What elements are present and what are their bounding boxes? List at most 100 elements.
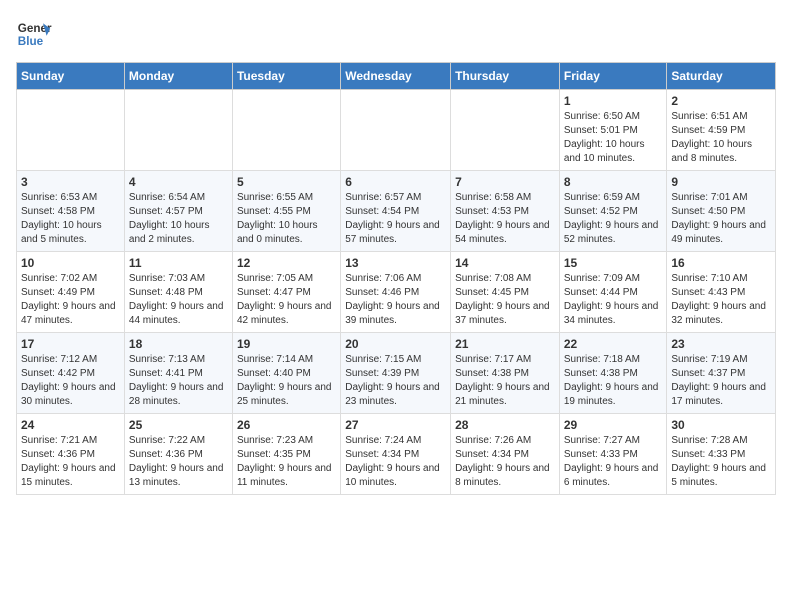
day-number: 3 <box>21 175 120 189</box>
calendar-cell: 10 Sunrise: 7:02 AM Sunset: 4:49 PM Dayli… <box>17 252 125 333</box>
day-info: Sunrise: 7:26 AM Sunset: 4:34 PM Dayligh… <box>455 434 555 490</box>
day-info: Sunrise: 7:13 AM Sunset: 4:41 PM Dayligh… <box>129 353 228 409</box>
day-info: Sunrise: 7:21 AM Sunset: 4:36 PM Dayligh… <box>21 434 120 490</box>
calendar-cell <box>124 90 232 171</box>
calendar-cell <box>341 90 451 171</box>
calendar-cell: 21 Sunrise: 7:17 AM Sunset: 4:38 PM Dayli… <box>451 333 560 414</box>
calendar-cell: 15 Sunrise: 7:09 AM Sunset: 4:44 PM Dayli… <box>559 252 667 333</box>
week-row-1: 1 Sunrise: 6:50 AM Sunset: 5:01 PM Daylig… <box>17 90 776 171</box>
day-number: 23 <box>671 337 771 351</box>
day-info: Sunrise: 6:50 AM Sunset: 5:01 PM Dayligh… <box>564 110 663 166</box>
day-info: Sunrise: 7:05 AM Sunset: 4:47 PM Dayligh… <box>237 272 336 328</box>
calendar-cell: 30Sunrise: 7:28 AM Sunset: 4:33 PM Dayli… <box>667 414 776 495</box>
day-info: Sunrise: 6:57 AM Sunset: 4:54 PM Dayligh… <box>345 191 446 247</box>
day-number: 4 <box>129 175 228 189</box>
calendar-cell: 14 Sunrise: 7:08 AM Sunset: 4:45 PM Dayli… <box>451 252 560 333</box>
day-info: Sunrise: 7:01 AM Sunset: 4:50 PM Dayligh… <box>671 191 771 247</box>
calendar-cell: 26 Sunrise: 7:23 AM Sunset: 4:35 PM Dayli… <box>232 414 340 495</box>
calendar-cell: 1 Sunrise: 6:50 AM Sunset: 5:01 PM Daylig… <box>559 90 667 171</box>
day-info: Sunrise: 7:19 AM Sunset: 4:37 PM Dayligh… <box>671 353 771 409</box>
day-number: 27 <box>345 418 446 432</box>
col-header-sunday: Sunday <box>17 63 125 90</box>
svg-text:Blue: Blue <box>18 35 44 48</box>
day-info: Sunrise: 7:23 AM Sunset: 4:35 PM Dayligh… <box>237 434 336 490</box>
day-number: 10 <box>21 256 120 270</box>
col-header-wednesday: Wednesday <box>341 63 451 90</box>
calendar-cell: 17 Sunrise: 7:12 AM Sunset: 4:42 PM Dayli… <box>17 333 125 414</box>
day-info: Sunrise: 6:55 AM Sunset: 4:55 PM Dayligh… <box>237 191 336 247</box>
day-number: 26 <box>237 418 336 432</box>
day-info: Sunrise: 7:14 AM Sunset: 4:40 PM Dayligh… <box>237 353 336 409</box>
day-info: Sunrise: 7:08 AM Sunset: 4:45 PM Dayligh… <box>455 272 555 328</box>
day-number: 14 <box>455 256 555 270</box>
col-header-friday: Friday <box>559 63 667 90</box>
calendar-cell: 8 Sunrise: 6:59 AM Sunset: 4:52 PM Daylig… <box>559 171 667 252</box>
calendar-cell: 9 Sunrise: 7:01 AM Sunset: 4:50 PM Daylig… <box>667 171 776 252</box>
day-number: 11 <box>129 256 228 270</box>
logo-icon: General Blue <box>16 16 52 52</box>
calendar-cell: 13Sunrise: 7:06 AM Sunset: 4:46 PM Dayli… <box>341 252 451 333</box>
calendar-cell: 6Sunrise: 6:57 AM Sunset: 4:54 PM Daylig… <box>341 171 451 252</box>
calendar-cell: 23 Sunrise: 7:19 AM Sunset: 4:37 PM Dayli… <box>667 333 776 414</box>
calendar-cell: 12 Sunrise: 7:05 AM Sunset: 4:47 PM Dayli… <box>232 252 340 333</box>
day-info: Sunrise: 7:03 AM Sunset: 4:48 PM Dayligh… <box>129 272 228 328</box>
day-number: 12 <box>237 256 336 270</box>
day-number: 18 <box>129 337 228 351</box>
day-info: Sunrise: 7:12 AM Sunset: 4:42 PM Dayligh… <box>21 353 120 409</box>
day-info: Sunrise: 7:18 AM Sunset: 4:38 PM Dayligh… <box>564 353 663 409</box>
day-info: Sunrise: 7:02 AM Sunset: 4:49 PM Dayligh… <box>21 272 120 328</box>
col-header-thursday: Thursday <box>451 63 560 90</box>
calendar-cell: 16Sunrise: 7:10 AM Sunset: 4:43 PM Dayli… <box>667 252 776 333</box>
col-header-monday: Monday <box>124 63 232 90</box>
day-info: Sunrise: 7:27 AM Sunset: 4:33 PM Dayligh… <box>564 434 663 490</box>
calendar-cell: 24 Sunrise: 7:21 AM Sunset: 4:36 PM Dayli… <box>17 414 125 495</box>
col-header-tuesday: Tuesday <box>232 63 340 90</box>
day-info: Sunrise: 6:53 AM Sunset: 4:58 PM Dayligh… <box>21 191 120 247</box>
day-info: Sunrise: 7:17 AM Sunset: 4:38 PM Dayligh… <box>455 353 555 409</box>
week-row-2: 3 Sunrise: 6:53 AM Sunset: 4:58 PM Daylig… <box>17 171 776 252</box>
day-info: Sunrise: 6:59 AM Sunset: 4:52 PM Dayligh… <box>564 191 663 247</box>
day-info: Sunrise: 6:58 AM Sunset: 4:53 PM Dayligh… <box>455 191 555 247</box>
calendar-cell: 25Sunrise: 7:22 AM Sunset: 4:36 PM Dayli… <box>124 414 232 495</box>
col-header-saturday: Saturday <box>667 63 776 90</box>
calendar-cell: 28 Sunrise: 7:26 AM Sunset: 4:34 PM Dayli… <box>451 414 560 495</box>
calendar-table: SundayMondayTuesdayWednesdayThursdayFrid… <box>16 62 776 495</box>
day-number: 25 <box>129 418 228 432</box>
calendar-cell: 2 Sunrise: 6:51 AM Sunset: 4:59 PM Daylig… <box>667 90 776 171</box>
day-number: 7 <box>455 175 555 189</box>
calendar-cell: 3 Sunrise: 6:53 AM Sunset: 4:58 PM Daylig… <box>17 171 125 252</box>
logo: General Blue <box>16 16 52 52</box>
day-number: 16 <box>671 256 771 270</box>
day-number: 17 <box>21 337 120 351</box>
calendar-cell: 11 Sunrise: 7:03 AM Sunset: 4:48 PM Dayli… <box>124 252 232 333</box>
day-number: 13 <box>345 256 446 270</box>
day-number: 2 <box>671 94 771 108</box>
day-number: 9 <box>671 175 771 189</box>
day-number: 24 <box>21 418 120 432</box>
day-number: 29 <box>564 418 663 432</box>
day-number: 8 <box>564 175 663 189</box>
calendar-cell: 18 Sunrise: 7:13 AM Sunset: 4:41 PM Dayli… <box>124 333 232 414</box>
day-info: Sunrise: 7:28 AM Sunset: 4:33 PM Dayligh… <box>671 434 771 490</box>
day-info: Sunrise: 6:51 AM Sunset: 4:59 PM Dayligh… <box>671 110 771 166</box>
week-row-3: 10 Sunrise: 7:02 AM Sunset: 4:49 PM Dayli… <box>17 252 776 333</box>
day-info: Sunrise: 7:15 AM Sunset: 4:39 PM Dayligh… <box>345 353 446 409</box>
calendar-cell: 19 Sunrise: 7:14 AM Sunset: 4:40 PM Dayli… <box>232 333 340 414</box>
calendar-cell <box>17 90 125 171</box>
calendar-cell: 22Sunrise: 7:18 AM Sunset: 4:38 PM Dayli… <box>559 333 667 414</box>
day-info: Sunrise: 7:24 AM Sunset: 4:34 PM Dayligh… <box>345 434 446 490</box>
day-number: 21 <box>455 337 555 351</box>
day-number: 15 <box>564 256 663 270</box>
day-number: 19 <box>237 337 336 351</box>
header-row: SundayMondayTuesdayWednesdayThursdayFrid… <box>17 63 776 90</box>
day-number: 5 <box>237 175 336 189</box>
calendar-cell: 27 Sunrise: 7:24 AM Sunset: 4:34 PM Dayli… <box>341 414 451 495</box>
week-row-5: 24 Sunrise: 7:21 AM Sunset: 4:36 PM Dayli… <box>17 414 776 495</box>
calendar-cell: 4Sunrise: 6:54 AM Sunset: 4:57 PM Daylig… <box>124 171 232 252</box>
day-number: 1 <box>564 94 663 108</box>
week-row-4: 17 Sunrise: 7:12 AM Sunset: 4:42 PM Dayli… <box>17 333 776 414</box>
day-number: 20 <box>345 337 446 351</box>
header: General Blue <box>16 16 776 52</box>
day-info: Sunrise: 7:09 AM Sunset: 4:44 PM Dayligh… <box>564 272 663 328</box>
day-number: 28 <box>455 418 555 432</box>
